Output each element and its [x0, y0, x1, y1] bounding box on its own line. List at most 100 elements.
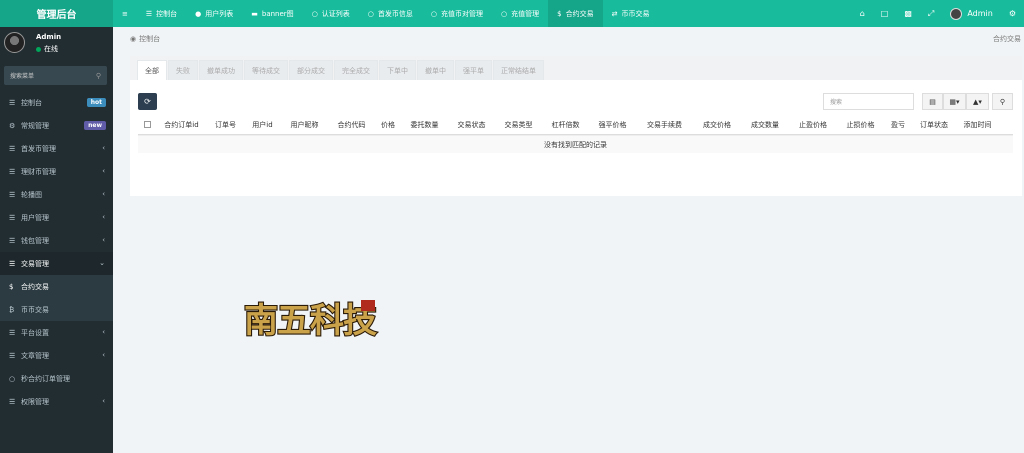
tab-liquidation[interactable]: 强平单	[455, 60, 492, 80]
sidebar-item-carousel[interactable]: ☰ 轮播图 ‹	[0, 183, 113, 206]
sidebar-item-contract-trade[interactable]: $ 合约交易	[0, 275, 113, 298]
settings-icon[interactable]: ⚙	[1001, 0, 1024, 27]
exchange-icon: ⇄	[611, 9, 618, 18]
column-header[interactable]: 订单状态	[912, 115, 956, 134]
column-header[interactable]: 杠杆倍数	[542, 115, 589, 134]
search-toggle-button[interactable]: ⚲	[992, 93, 1013, 110]
breadcrumb: ◉ 控制台	[130, 34, 160, 44]
topnav-item-first-coin[interactable]: ○ 首发币信息	[359, 0, 422, 27]
home-icon[interactable]: ⌂	[852, 0, 873, 27]
breadcrumb-home[interactable]: 控制台	[139, 34, 160, 44]
sidebar-item-articles[interactable]: ☰ 文章管理 ‹	[0, 344, 113, 367]
column-header[interactable]: 止盈价格	[789, 115, 837, 134]
sidebar-submenu-trade: $ 合约交易 ₿ 币币交易	[0, 275, 113, 321]
column-header[interactable]: 成交价格	[693, 115, 741, 134]
column-header[interactable]: 成交数量	[741, 115, 789, 134]
tab-ordering[interactable]: 下单中	[379, 60, 416, 80]
column-header[interactable]: 盈亏	[884, 115, 912, 134]
language-icon[interactable]: ▩	[896, 0, 920, 27]
user-name: Admin	[36, 33, 62, 41]
sidebar-search-input[interactable]: 搜索菜单 ⚲	[4, 66, 107, 85]
sidebar-item-general[interactable]: ⚙ 常规管理 new	[0, 114, 113, 137]
dollar-icon: $	[9, 282, 14, 291]
table-search-input[interactable]: 搜索	[823, 93, 914, 110]
sidebar-item-trade[interactable]: ☰ 交易管理 ⌄	[0, 252, 113, 275]
list-icon: ☰	[9, 259, 16, 268]
chevron-left-icon: ‹	[102, 236, 105, 244]
tab-partial[interactable]: 部分成交	[289, 60, 333, 80]
tab-failed[interactable]: 失败	[168, 60, 198, 80]
list-icon: ☰	[9, 351, 16, 360]
sidebar-item-coin-trade[interactable]: ₿ 币币交易	[0, 298, 113, 321]
chevron-left-icon: ‹	[102, 351, 105, 359]
tab-complete[interactable]: 完全成交	[334, 60, 378, 80]
tab-cancel-success[interactable]: 撤单成功	[199, 60, 243, 80]
chevron-left-icon: ‹	[102, 167, 105, 175]
topnav-item-contract-trade[interactable]: $ 合约交易	[548, 0, 603, 27]
sidebar-item-permissions[interactable]: ☰ 权限管理 ‹	[0, 390, 113, 413]
hot-badge: hot	[86, 98, 106, 107]
dashboard-icon: ◉	[130, 35, 137, 43]
column-header[interactable]: 强平价格	[589, 115, 636, 134]
trash-icon[interactable]: □	[873, 0, 897, 27]
column-header[interactable]: 交易手续费	[636, 115, 693, 134]
tab-normal-settled[interactable]: 正常结结单	[493, 60, 544, 80]
topnav-item-recharge-pairs[interactable]: ○ 充值币对管理	[422, 0, 492, 27]
refresh-button[interactable]: ⟳	[138, 93, 157, 110]
column-header[interactable]: 委托数量	[401, 115, 448, 134]
sidebar-item-platform[interactable]: ☰ 平台设置 ‹	[0, 321, 113, 344]
topnav-item-dashboard[interactable]: ☰ 控制台	[137, 0, 186, 27]
topnav-item-auth-list[interactable]: ○ 认证列表	[303, 0, 359, 27]
table-header: 合约订单id 订单号 用户id 用户昵称 合约代码 价格 委托数量 交易状态 交…	[138, 115, 1013, 135]
avatar	[950, 7, 963, 20]
menu-toggle-button[interactable]: ≡	[113, 0, 137, 27]
sidebar-item-first-coin[interactable]: ☰ 首发币管理 ‹	[0, 137, 113, 160]
column-header[interactable]: 合约代码	[328, 115, 375, 134]
list-icon: ☰	[9, 190, 16, 199]
topnav-item-recharge[interactable]: ○ 充值管理	[492, 0, 548, 27]
sidebar-item-dashboard[interactable]: ☰ 控制台 hot	[0, 91, 113, 114]
list-icon: ☰	[9, 167, 16, 176]
column-header[interactable]: 交易状态	[448, 115, 495, 134]
search-icon: ⚲	[999, 97, 1006, 106]
sidebar-item-finance-coin[interactable]: ☰ 理财币管理 ‹	[0, 160, 113, 183]
column-header[interactable]: 用户昵称	[281, 115, 328, 134]
circle-icon: ○	[367, 9, 374, 18]
column-header[interactable]: 价格	[375, 115, 401, 134]
list-icon: ☰	[9, 213, 16, 222]
fullscreen-icon[interactable]: ⤢	[920, 0, 942, 27]
column-header[interactable]: 合约订单id	[156, 115, 207, 134]
user-menu[interactable]: Admin	[942, 0, 1001, 27]
menu-icon: ≡	[122, 9, 128, 18]
tab-canceling[interactable]: 撤单中	[417, 60, 454, 80]
topnav-item-banner[interactable]: ▬ banner图	[242, 0, 302, 27]
empty-table-message: 没有找到匹配的记录	[138, 135, 1013, 153]
sidebar-item-second-contract[interactable]: ○ 秒合约订单管理	[0, 367, 113, 390]
tab-pending[interactable]: 等待成交	[244, 60, 288, 80]
user-panel: Admin 在线	[0, 27, 113, 63]
select-all-checkbox[interactable]	[138, 115, 156, 134]
sidebar-item-users[interactable]: ☰ 用户管理 ‹	[0, 206, 113, 229]
brand-title[interactable]: 管理后台	[0, 0, 113, 27]
column-header[interactable]: 添加时间	[956, 115, 999, 134]
export-icon: ▲▾	[973, 97, 982, 106]
export-button[interactable]: ▲▾	[966, 93, 989, 110]
search-icon: ⚲	[95, 71, 101, 80]
toggle-view-button[interactable]: ▤	[922, 93, 943, 110]
table-icon: ▤	[929, 97, 936, 106]
circle-icon: ○	[9, 374, 16, 383]
chevron-left-icon: ‹	[102, 144, 105, 152]
column-header[interactable]: 用户id	[244, 115, 281, 134]
column-header[interactable]: 交易类型	[495, 115, 542, 134]
chevron-left-icon: ‹	[102, 190, 105, 198]
column-header[interactable]: 订单号	[207, 115, 244, 134]
column-header[interactable]: 止损价格	[837, 115, 884, 134]
checkbox-icon	[143, 121, 151, 128]
sidebar-item-wallet[interactable]: ☰ 钱包管理 ‹	[0, 229, 113, 252]
user-status: 在线	[36, 44, 58, 54]
list-icon: ☰	[9, 144, 16, 153]
columns-button[interactable]: ▦▾	[943, 93, 966, 110]
topnav-item-user-list[interactable]: ● 用户列表	[186, 0, 242, 27]
tab-all[interactable]: 全部	[137, 60, 167, 80]
topnav-item-coin-trade[interactable]: ⇄ 币币交易	[603, 0, 659, 27]
